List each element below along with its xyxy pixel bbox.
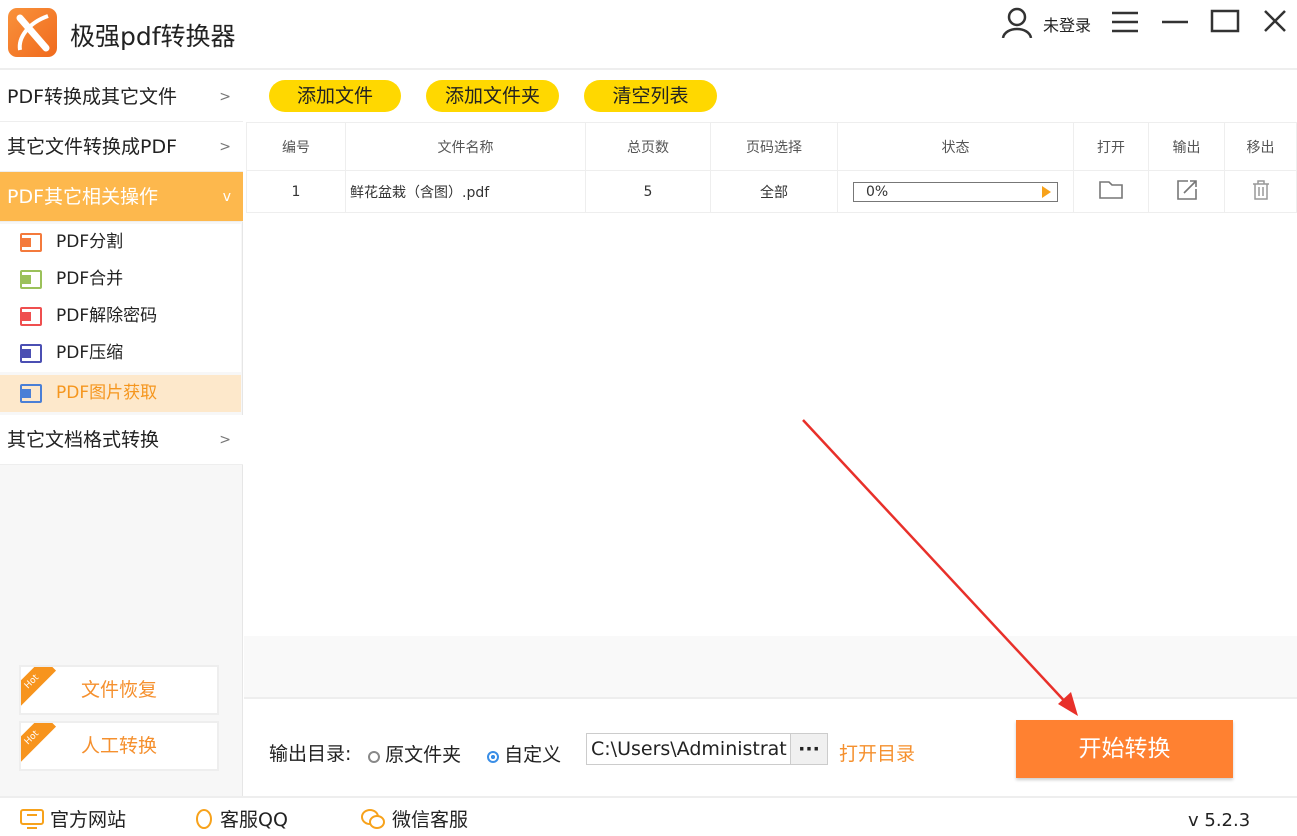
button-label: 文件恢复 — [80, 679, 157, 701]
subitem-pdf-image-extract[interactable]: PDF图片获取 — [0, 375, 241, 412]
category-pdf-to-other[interactable]: PDF转换成其它文件 > — [0, 72, 243, 122]
col-number: 编号 — [246, 122, 346, 171]
merge-icon — [20, 270, 42, 289]
clear-list-button[interactable]: 清空列表 — [584, 80, 717, 112]
file-recovery-button[interactable]: Hot 文件恢复 — [19, 665, 219, 715]
category-label: PDF其它相关操作 — [7, 186, 159, 208]
hot-badge: Hot — [21, 723, 57, 763]
table-row[interactable]: 1 鲜花盆栽（含图）.pdf 5 全部 0% — [246, 170, 1297, 213]
col-status: 状态 — [837, 122, 1074, 171]
browse-button[interactable]: ··· — [790, 734, 827, 764]
add-folder-button[interactable]: 添加文件夹 — [426, 80, 559, 112]
row-pages: 5 — [585, 170, 711, 213]
version-label: v 5.2.3 — [1188, 810, 1251, 831]
menu-icon[interactable] — [1110, 10, 1140, 41]
radio-label: 原文件夹 — [385, 744, 462, 766]
subitem-label: PDF合并 — [56, 269, 124, 289]
subitem-pdf-compress[interactable]: PDF压缩 — [0, 335, 241, 372]
col-output: 输出 — [1148, 122, 1225, 171]
chevron-right-icon: > — [219, 432, 231, 448]
user-icon — [1001, 7, 1033, 39]
qq-support-link[interactable]: 客服QQ — [194, 808, 288, 836]
link-label: 微信客服 — [392, 809, 469, 831]
col-open: 打开 — [1073, 122, 1149, 171]
row-filename: 鲜花盆栽（含图）.pdf — [345, 170, 586, 213]
category-other-to-pdf[interactable]: 其它文件转换成PDF > — [0, 122, 243, 172]
file-table: 编号 文件名称 总页数 页码选择 状态 打开 输出 移出 1 鲜花盆栽（含图）.… — [246, 122, 1297, 213]
open-folder-icon[interactable] — [1073, 170, 1149, 213]
sidebar: PDF转换成其它文件 > 其它文件转换成PDF > PDF其它相关操作 v PDF分割… — [0, 72, 243, 796]
row-status: 0% — [837, 170, 1074, 213]
user-login[interactable]: 未登录 — [1000, 6, 1091, 42]
unlock-icon — [20, 307, 42, 326]
compress-icon — [20, 344, 42, 363]
login-status: 未登录 — [1043, 16, 1092, 35]
app-logo — [8, 8, 57, 57]
col-pages: 总页数 — [585, 122, 711, 171]
open-directory-link[interactable]: 打开目录 — [839, 739, 915, 766]
website-link[interactable]: 官方网站 — [20, 808, 126, 835]
radio-custom[interactable]: 自定义 — [487, 740, 561, 767]
title-bar: 极强pdf转换器 未登录 — [0, 0, 1297, 70]
subitem-label: PDF图片获取 — [56, 383, 158, 403]
row-number: 1 — [246, 170, 346, 213]
radio-original-folder[interactable]: 原文件夹 — [368, 740, 461, 767]
close-button[interactable] — [1262, 8, 1288, 41]
output-panel: 输出目录: 原文件夹 自定义 C:\Users\Administrat ··· … — [244, 697, 1297, 796]
app-title: 极强pdf转换器 — [70, 22, 236, 51]
subitem-pdf-unlock[interactable]: PDF解除密码 — [0, 298, 241, 335]
col-filename: 文件名称 — [345, 122, 586, 171]
button-label: 人工转换 — [80, 735, 157, 757]
hot-badge: Hot — [21, 667, 57, 707]
trash-icon[interactable] — [1224, 170, 1297, 213]
qq-icon — [196, 809, 212, 829]
subitem-label: PDF分割 — [56, 232, 124, 252]
category-pdf-other-ops[interactable]: PDF其它相关操作 v — [0, 172, 243, 222]
chevron-down-icon: v — [222, 189, 231, 205]
subitem-label: PDF解除密码 — [56, 306, 158, 326]
category-label: PDF转换成其它文件 — [7, 86, 178, 108]
output-dir-label: 输出目录: — [269, 743, 352, 765]
footer: 官方网站 客服QQ 微信客服 v 5.2.3 — [0, 796, 1297, 836]
path-value: C:\Users\Administrat — [591, 738, 787, 760]
play-icon[interactable] — [1042, 185, 1051, 198]
col-page-range: 页码选择 — [710, 122, 838, 171]
start-convert-button[interactable]: 开始转换 — [1016, 720, 1233, 778]
row-page-range[interactable]: 全部 — [710, 170, 838, 213]
chevron-right-icon: > — [219, 139, 231, 155]
radio-label: 自定义 — [504, 744, 562, 766]
minimize-button[interactable] — [1160, 10, 1190, 41]
output-path-input[interactable]: C:\Users\Administrat ··· — [586, 733, 828, 765]
progress-text: 0% — [866, 183, 889, 200]
manual-convert-button[interactable]: Hot 人工转换 — [19, 721, 219, 771]
category-other-doc-formats[interactable]: 其它文档格式转换 > — [0, 415, 243, 465]
link-label: 官方网站 — [50, 809, 127, 831]
export-icon[interactable] — [1148, 170, 1225, 213]
col-remove: 移出 — [1224, 122, 1297, 171]
list-footer-band — [244, 636, 1297, 697]
wechat-support-link[interactable]: 微信客服 — [360, 808, 468, 836]
wechat-icon — [361, 809, 385, 829]
monitor-icon — [20, 809, 44, 829]
subitem-pdf-split[interactable]: PDF分割 — [0, 224, 241, 261]
add-file-button[interactable]: 添加文件 — [269, 80, 401, 112]
split-icon — [20, 233, 42, 252]
subitem-pdf-merge[interactable]: PDF合并 — [0, 261, 241, 298]
subitem-label: PDF压缩 — [56, 343, 124, 363]
table-header: 编号 文件名称 总页数 页码选择 状态 打开 输出 移出 — [246, 122, 1297, 171]
image-extract-icon — [20, 384, 42, 403]
link-label: 客服QQ — [220, 809, 288, 831]
chevron-right-icon: > — [219, 89, 231, 105]
progress-bar: 0% — [853, 181, 1058, 202]
category-label: 其它文档格式转换 — [7, 429, 160, 451]
maximize-button[interactable] — [1210, 8, 1240, 41]
category-label: 其它文件转换成PDF — [7, 136, 178, 158]
